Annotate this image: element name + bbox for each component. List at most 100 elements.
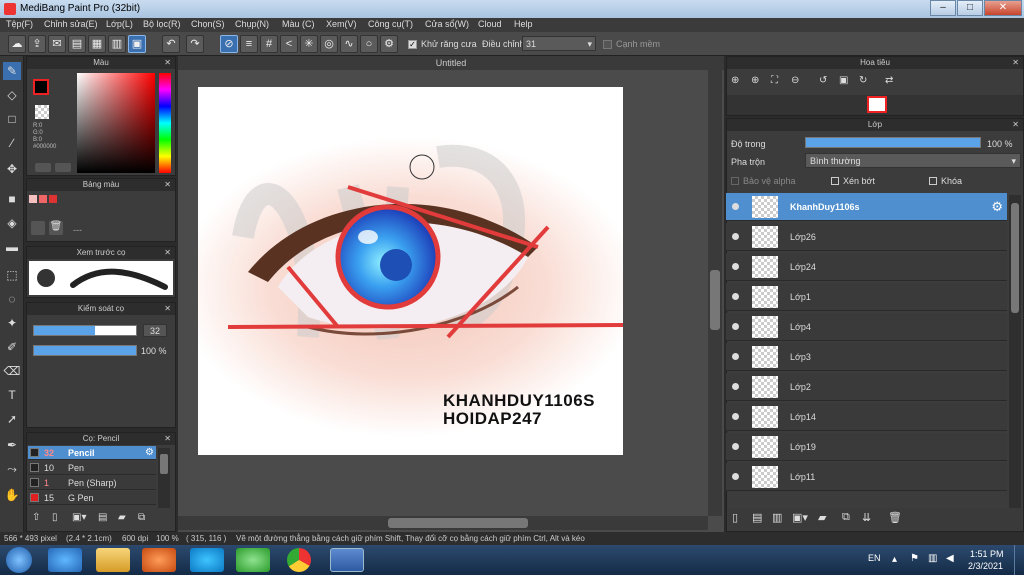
close-icon[interactable]: ✕: [164, 303, 171, 315]
grid-icon[interactable]: ▥: [108, 35, 126, 53]
share-icon[interactable]: ⇪: [28, 35, 46, 53]
curve-snap-icon[interactable]: ∿: [340, 35, 358, 53]
add-palette-button[interactable]: [31, 221, 45, 235]
upload-icon[interactable]: ⇧: [32, 512, 46, 526]
transparent-swatch[interactable]: [35, 105, 49, 119]
explorer-icon[interactable]: [96, 548, 130, 572]
close-icon[interactable]: ✕: [1012, 119, 1019, 131]
vanish-snap-icon[interactable]: <: [280, 35, 298, 53]
zoom-in-icon[interactable]: ⊕: [731, 75, 745, 89]
layer-row[interactable]: Lớp24: [726, 253, 1007, 281]
brush-list-scrollbar[interactable]: [158, 448, 170, 508]
blend-mode-select[interactable]: Bình thường ▾: [805, 153, 1021, 168]
lasso-tool-icon[interactable]: ◌: [3, 290, 21, 308]
visibility-eye-icon[interactable]: [732, 203, 739, 210]
flip-icon[interactable]: ⇄: [885, 75, 899, 89]
menu-tools[interactable]: Công cụ(T): [368, 19, 413, 29]
palette-swatch[interactable]: [39, 195, 47, 203]
zoom-plus-icon[interactable]: ⊕: [751, 75, 765, 89]
brush-item-g-pen[interactable]: 15 G Pen: [28, 491, 156, 505]
chrome-icon[interactable]: [287, 548, 311, 572]
select-tool-icon[interactable]: ⬚: [3, 266, 21, 284]
menu-help[interactable]: Help: [514, 19, 533, 29]
redo-icon[interactable]: ↷: [186, 35, 204, 53]
new-8bit-layer-icon[interactable]: ▥: [772, 511, 782, 524]
foreground-color-swatch[interactable]: [33, 79, 49, 95]
layout-icon[interactable]: ▣: [128, 35, 146, 53]
visibility-eye-icon[interactable]: [732, 383, 739, 390]
close-button[interactable]: ✕: [984, 0, 1022, 16]
hand-tool-icon[interactable]: ✋: [3, 486, 21, 504]
medibang-taskbar-icon[interactable]: [330, 548, 364, 572]
visibility-eye-icon[interactable]: [732, 413, 739, 420]
select-pen-icon[interactable]: ✐: [3, 338, 21, 356]
duplicate-layer-icon[interactable]: ⧉: [842, 511, 850, 524]
menu-filter[interactable]: Bộ lọc(R): [143, 19, 181, 29]
add-layer-menu-icon[interactable]: ▣▾: [792, 511, 808, 524]
close-icon[interactable]: ✕: [1012, 57, 1019, 69]
layer-row[interactable]: Lớp2: [726, 373, 1007, 401]
layer-row[interactable]: Lớp11: [726, 463, 1007, 491]
protect-alpha-checkbox[interactable]: [731, 177, 739, 185]
adjust-select[interactable]: 31 ▾: [522, 36, 596, 51]
menu-edit[interactable]: Chỉnh sửa(E): [44, 19, 98, 29]
scrollbar-thumb[interactable]: [160, 454, 168, 474]
circle-snap-icon[interactable]: ◎: [320, 35, 338, 53]
brush-item-pen-sharp[interactable]: 1 Pen (Sharp): [28, 476, 156, 490]
visibility-eye-icon[interactable]: [732, 353, 739, 360]
layer-row[interactable]: Lớp19: [726, 433, 1007, 461]
settings-snap-icon[interactable]: ⚙: [380, 35, 398, 53]
trash-icon[interactable]: 🗑: [888, 511, 902, 524]
layer-list-scrollbar[interactable]: [1009, 195, 1021, 513]
canvas-tab-title[interactable]: Untitled: [178, 58, 724, 68]
layer-row[interactable]: KhanhDuy1106s ⚙: [726, 193, 1007, 221]
folder-icon[interactable]: ▰: [818, 511, 826, 524]
gear-icon[interactable]: ⚙: [991, 199, 1003, 215]
hue-slider[interactable]: [159, 73, 171, 173]
network-icon[interactable]: ▥: [928, 553, 937, 564]
layer-row[interactable]: Lớp1: [726, 283, 1007, 311]
cross-snap-icon[interactable]: #: [260, 35, 278, 53]
undo-icon[interactable]: ↶: [162, 35, 180, 53]
visibility-eye-icon[interactable]: [732, 293, 739, 300]
operation-tool-icon[interactable]: ➚: [3, 410, 21, 428]
visibility-eye-icon[interactable]: [732, 323, 739, 330]
menu-select[interactable]: Chọn(S): [191, 19, 225, 29]
merge-layer-icon[interactable]: ⇊: [862, 511, 871, 524]
visibility-eye-icon[interactable]: [732, 443, 739, 450]
scrollbar-thumb[interactable]: [388, 518, 528, 528]
media-player-icon[interactable]: [142, 548, 176, 572]
action-center-icon[interactable]: ⚑: [910, 553, 919, 564]
close-icon[interactable]: ✕: [164, 179, 171, 191]
coccoc-icon[interactable]: [236, 548, 270, 572]
rectangle-tool-icon[interactable]: □: [3, 110, 21, 128]
edit-brush-icon[interactable]: ▤: [98, 512, 112, 526]
vertical-scrollbar[interactable]: [708, 70, 722, 516]
close-icon[interactable]: ✕: [164, 57, 171, 69]
gradient-tool-icon[interactable]: ▬: [3, 238, 21, 256]
eyedropper-icon[interactable]: ✒: [3, 436, 21, 454]
dotted-pen-icon[interactable]: ∕: [3, 134, 21, 152]
ellipse-snap-icon[interactable]: ○: [360, 35, 378, 53]
minimize-button[interactable]: –: [930, 0, 956, 16]
visibility-eye-icon[interactable]: [732, 233, 739, 240]
layer-row[interactable]: Lớp26: [726, 223, 1007, 251]
folder-icon[interactable]: ▰: [118, 512, 132, 526]
clipping-checkbox[interactable]: [831, 177, 839, 185]
volume-icon[interactable]: ◀: [946, 553, 954, 564]
size-slider[interactable]: [33, 325, 137, 336]
menu-color[interactable]: Màu (C): [282, 19, 315, 29]
brush-item-pen[interactable]: 10 Pen: [28, 461, 156, 475]
ie-icon[interactable]: [48, 548, 82, 572]
palette-swatch[interactable]: [49, 195, 57, 203]
chat-icon[interactable]: ✉: [48, 35, 66, 53]
add-brush-icon[interactable]: ▣▾: [72, 512, 92, 526]
dropper-icon[interactable]: ⤳: [3, 460, 21, 478]
fit-screen-icon[interactable]: ▣: [839, 75, 853, 89]
document-icon[interactable]: ▤: [68, 35, 86, 53]
scrollbar-thumb[interactable]: [710, 270, 720, 330]
horizontal-scrollbar[interactable]: [178, 516, 708, 530]
close-icon[interactable]: ✕: [164, 433, 171, 445]
select-eraser-icon[interactable]: ⌫: [3, 362, 21, 380]
size-value[interactable]: 32: [143, 324, 167, 337]
